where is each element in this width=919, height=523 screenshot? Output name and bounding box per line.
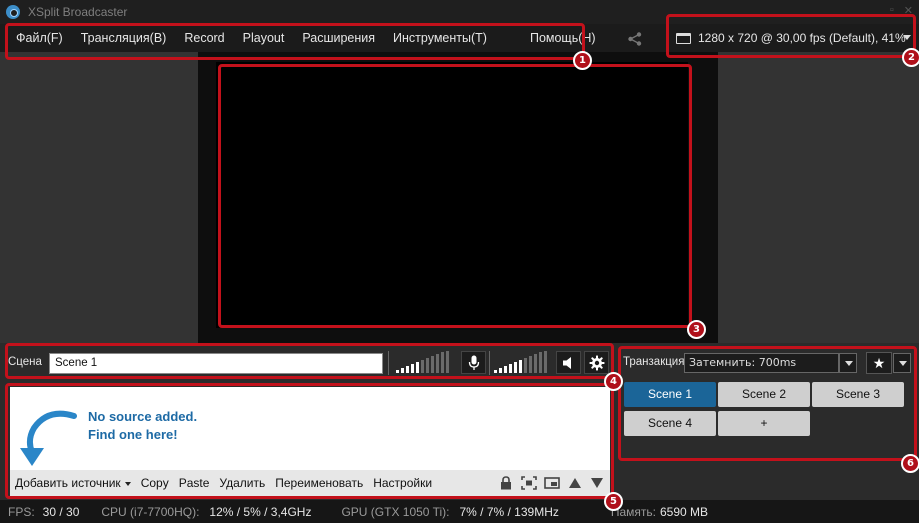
menu-help[interactable]: Помощь(H) (521, 24, 605, 52)
chevron-down-icon[interactable] (903, 35, 911, 40)
move-down-icon[interactable] (589, 476, 605, 490)
no-source-line1: No source added. (88, 409, 198, 424)
move-up-icon[interactable] (567, 476, 583, 490)
curved-arrow-icon (20, 410, 77, 466)
scene-button-1[interactable]: Scene 1 (624, 382, 716, 407)
star-plus-icon: ★ (872, 355, 886, 371)
speaker-button[interactable] (556, 351, 581, 374)
menu-broadcast[interactable]: Трансляция(B) (72, 24, 176, 52)
settings-source-button[interactable]: Настройки (368, 476, 437, 490)
scene-label: Сцена (8, 356, 42, 368)
find-source-link[interactable]: Find one here! (88, 426, 197, 444)
annotation-badge-2: 2 (902, 48, 919, 67)
annotation-badge-6: 6 (901, 454, 919, 473)
annotation-badge-1: 1 (573, 51, 592, 70)
add-source-button[interactable]: Добавить источник (10, 476, 136, 490)
gear-icon (589, 355, 604, 370)
cpu-label: CPU (i7-7700HQ): (101, 504, 200, 519)
resolution-selector[interactable]: 1280 x 720 @ 30,00 fps (Default), 41% (676, 24, 906, 52)
resolution-label: 1280 x 720 @ 30,00 fps (Default), 41% (698, 31, 906, 45)
share-icon[interactable] (627, 32, 643, 46)
microphone-icon (468, 355, 479, 370)
title-bar: XSplit Broadcaster ▫ ✕ (0, 0, 919, 24)
menu-playout[interactable]: Playout (234, 24, 294, 52)
annotation-badge-3: 3 (687, 320, 706, 339)
gpu-value: 7% / 7% / 139MHz (459, 504, 559, 519)
menu-record[interactable]: Record (175, 24, 233, 52)
no-source-message[interactable]: No source added. Find one here! (88, 408, 197, 444)
close-icon[interactable]: ✕ (904, 4, 913, 17)
divider (489, 351, 490, 375)
cpu-value: 12% / 5% / 3,4GHz (209, 504, 312, 519)
copy-button[interactable]: Copy (136, 476, 174, 490)
transition-label: Транзакция (623, 356, 685, 368)
status-bar: FPS: 30 / 30 CPU (i7-7700HQ): 12% / 5% /… (0, 500, 919, 523)
microphone-button[interactable] (461, 351, 486, 374)
annotation-badge-5: 5 (604, 492, 623, 511)
preview-canvas[interactable] (216, 62, 688, 328)
menu-extensions[interactable]: Расширения (293, 24, 384, 52)
favorite-add-button[interactable]: ★ (866, 352, 892, 374)
minimize-icon[interactable]: ▫ (890, 4, 894, 17)
add-source-label: Добавить источник (15, 476, 121, 490)
rename-button[interactable]: Переименовать (270, 476, 368, 490)
lock-icon[interactable] (498, 476, 514, 490)
scene-button-3[interactable]: Scene 3 (812, 382, 904, 407)
transition-dropdown[interactable] (839, 353, 857, 373)
gpu-label: GPU (GTX 1050 Ti): (341, 504, 450, 519)
mic-level-meter (396, 351, 449, 373)
caret-down-icon (124, 481, 131, 486)
window-title: XSplit Broadcaster (28, 5, 128, 19)
menu-file[interactable]: Файл(F) (0, 24, 72, 52)
speaker-level-meter (494, 351, 547, 373)
window-controls: ▫ ✕ (890, 4, 913, 17)
speaker-icon (562, 356, 571, 369)
monitor-icon (676, 32, 691, 44)
xsplit-logo-icon (6, 5, 20, 19)
menu-tools[interactable]: Инструменты(T) (384, 24, 496, 52)
delete-button[interactable]: Удалить (214, 476, 270, 490)
fps-label: FPS: (8, 504, 35, 519)
favorite-dropdown[interactable] (893, 353, 911, 373)
settings-button[interactable] (584, 351, 609, 374)
annotation-badge-4: 4 (604, 372, 623, 391)
memory-value: 6590 MB (660, 504, 709, 519)
fps-value: 30 / 30 (42, 504, 80, 519)
transition-select[interactable]: Затемнить: 700ms (684, 353, 839, 373)
picture-in-picture-icon[interactable] (544, 476, 560, 490)
divider (388, 351, 389, 375)
add-scene-button[interactable]: + (718, 411, 810, 436)
scene-button-2[interactable]: Scene 2 (718, 382, 810, 407)
sources-toolbar: Добавить источник Copy Paste Удалить Пер… (10, 470, 610, 496)
scene-name-input[interactable]: Scene 1 (49, 353, 383, 374)
scene-button-4[interactable]: Scene 4 (624, 411, 716, 436)
paste-button[interactable]: Paste (174, 476, 215, 490)
fit-screen-icon[interactable] (521, 476, 537, 490)
